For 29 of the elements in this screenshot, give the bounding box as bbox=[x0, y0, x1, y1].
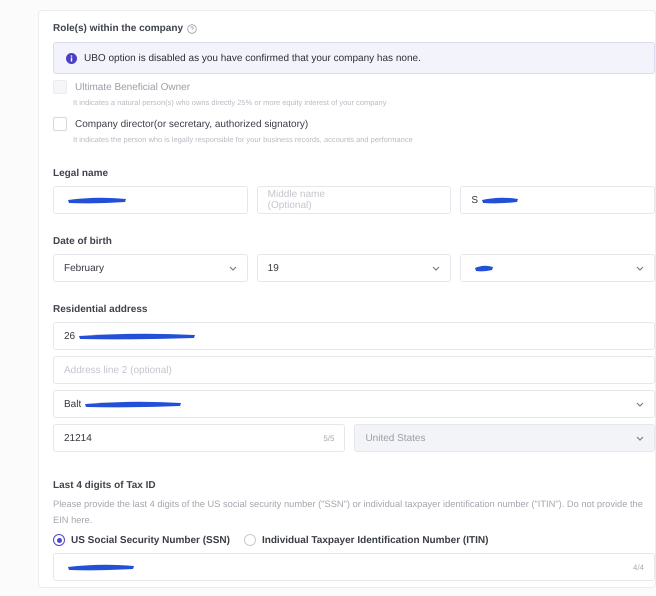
chevron-down-icon bbox=[636, 402, 644, 406]
date-select[interactable] bbox=[460, 254, 656, 282]
zip-field[interactable]: 21214 5/5 bbox=[53, 424, 346, 452]
address-field[interactable]: 26 bbox=[53, 322, 655, 350]
radio-button[interactable] bbox=[53, 534, 65, 546]
section-label: Date of birth bbox=[53, 236, 112, 247]
chevron-down-icon bbox=[636, 436, 644, 440]
help-icon[interactable] bbox=[187, 24, 198, 34]
tax-id-type-radio[interactable]: Individual Taxpayer Identification Number (ITIN) bbox=[244, 534, 488, 546]
section-label: Legal name bbox=[53, 168, 108, 179]
city-select[interactable]: Balt bbox=[53, 390, 655, 418]
section-label: Last 4 digits of Tax ID bbox=[53, 480, 156, 491]
section-label: Role(s) within the company bbox=[53, 23, 184, 34]
character-counter: 4/4 bbox=[632, 562, 644, 572]
date-select[interactable]: 19 bbox=[256, 254, 452, 282]
character-counter: 5/5 bbox=[323, 434, 334, 442]
name-field[interactable]: S bbox=[460, 186, 656, 214]
date-select[interactable]: February bbox=[53, 254, 248, 282]
chevron-down-icon bbox=[228, 266, 237, 270]
section-label: Residential address bbox=[53, 304, 148, 315]
checkbox[interactable] bbox=[53, 117, 67, 131]
tax-id-type-radio[interactable]: US Social Security Number (SSN) bbox=[53, 534, 230, 546]
name-field[interactable] bbox=[53, 186, 248, 214]
chevron-down-icon bbox=[432, 266, 440, 270]
chevron-down-icon bbox=[636, 266, 644, 270]
notice-text: UBO option is disabled as you have confirmed that your company has none. bbox=[84, 52, 421, 64]
tax-id-description: Please provide the last 4 digits of the US social security number ("SSN") or individual taxpayer identification number ("ITIN"). Do not provide the EIN here. bbox=[53, 498, 644, 527]
role-option[interactable]: Company director(or secretary, authorized signatory) bbox=[53, 117, 655, 131]
info-icon bbox=[66, 52, 77, 64]
